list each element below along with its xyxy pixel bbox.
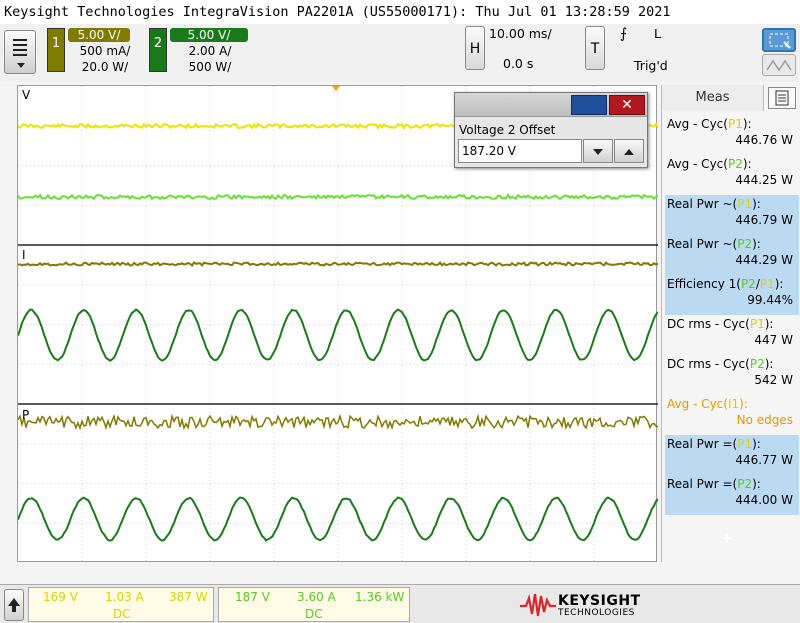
meas-name: Avg - Cyc(P1): — [667, 117, 752, 131]
meas-name: Real Pwr ~(P1): — [667, 197, 761, 211]
meas-name: Real Pwr ~(P2): — [667, 237, 761, 251]
trigger-level: L — [654, 26, 661, 41]
meas-value: 99.44% — [747, 293, 793, 307]
ch1-power: 387 W — [169, 590, 208, 604]
meas-tab[interactable]: Meas — [662, 85, 764, 111]
measurements-panel: Meas Avg - Cyc(P1): 446.76 W Avg - Cyc(P2)… — [661, 85, 799, 562]
ch1-coupling: DC — [113, 607, 131, 621]
dialog-titlebar[interactable]: ✕ — [455, 93, 647, 117]
trigger-status: Trig'd — [634, 58, 668, 73]
horizontal-button[interactable]: H — [465, 26, 485, 70]
add-measurement-button[interactable]: + — [720, 528, 733, 547]
increment-button[interactable] — [614, 139, 644, 163]
waveform-icon — [762, 54, 796, 76]
chevron-down-icon — [17, 63, 25, 68]
current1-trace — [18, 261, 658, 267]
meas-value: No edges — [736, 413, 793, 427]
meas-row[interactable]: Real Pwr =(P1): 446.77 W — [665, 435, 799, 475]
meas-value: 446.79 W — [735, 213, 793, 227]
status-bar: 169 V 1.03 A 387 W DC 187 V 3.60 A 1.36 … — [0, 584, 800, 623]
meas-name: Avg - Cyc(I1): — [667, 397, 748, 411]
meas-value: 444.25 W — [735, 173, 793, 187]
meas-value: 444.29 W — [735, 253, 793, 267]
power-grid-label: P — [22, 408, 30, 422]
delay-value: 0.0 s — [503, 56, 534, 71]
expand-up-button[interactable] — [4, 589, 24, 621]
trigger-edge-icon: ⨍ — [620, 26, 628, 42]
channel2-current: 2.00 A/ — [188, 44, 232, 58]
meas-name: Efficiency 1(P2/P1): — [667, 277, 784, 291]
channel2-button[interactable]: 2 — [149, 28, 167, 72]
ch2-voltage: 187 V — [235, 590, 270, 604]
meas-name: DC rms - Cyc(P2): — [667, 357, 774, 371]
channel1-summary[interactable]: 169 V 1.03 A 387 W DC — [28, 587, 214, 622]
ch1-voltage: 169 V — [43, 590, 78, 604]
ch2-power: 1.36 kW — [355, 590, 405, 604]
chevron-up-icon — [624, 149, 634, 155]
dialog-close-button[interactable]: ✕ — [609, 95, 645, 115]
coupling-icon: ~( — [722, 237, 738, 251]
title-bar: Keysight Technologies IntegraVision PA22… — [0, 0, 800, 24]
coupling-icon: ~( — [722, 197, 738, 211]
ch2-coupling: DC — [305, 607, 323, 621]
channel2-summary[interactable]: 187 V 3.60 A 1.36 kW DC — [218, 587, 410, 622]
meas-name: Real Pwr =(P1): — [667, 437, 761, 451]
trigger-position-marker — [332, 86, 340, 91]
channel1-button[interactable]: 1 — [47, 28, 65, 72]
meas-row[interactable]: Avg - Cyc(I1): No edges — [665, 395, 799, 435]
meas-menu-button[interactable] — [768, 87, 796, 109]
voltage-offset-dialog[interactable]: ✕ Voltage 2 Offset 187.20 V — [454, 92, 648, 168]
timebase-value: 10.00 ms/ — [489, 26, 552, 41]
meas-value: 542 W — [754, 373, 793, 387]
meas-row[interactable]: Avg - Cyc(P1): 446.76 W — [665, 115, 799, 155]
channel1-current: 500 mA/ — [79, 44, 131, 58]
dialog-label: Voltage 2 Offset — [459, 123, 556, 137]
dialog-menu-button[interactable] — [571, 95, 607, 115]
meas-row[interactable]: Efficiency 1(P2/P1): 99.44% — [665, 275, 799, 315]
meas-row[interactable]: Real Pwr =(P2): 444.00 W — [665, 475, 799, 515]
meas-row[interactable]: Avg - Cyc(P2): 444.25 W — [665, 155, 799, 195]
meas-row[interactable]: Real Pwr ~(P1): 446.79 W — [665, 195, 799, 235]
voltage-grid-label: V — [22, 88, 31, 102]
keysight-wave-icon — [520, 593, 556, 617]
channel1-power: 20.0 W/ — [81, 60, 129, 74]
decrement-button[interactable] — [583, 139, 613, 163]
channel2-power: 500 W/ — [188, 60, 232, 74]
arrow-up-icon — [8, 598, 20, 612]
meas-value: 446.77 W — [735, 453, 793, 467]
power2-trace — [18, 496, 658, 542]
offset-input[interactable]: 187.20 V — [458, 139, 582, 163]
current-grid-label: I — [22, 248, 26, 262]
keysight-logo: KEYSIGHT TECHNOLOGIES — [518, 590, 658, 620]
menu-icon — [13, 39, 27, 57]
channel2-scale[interactable]: 5.00 V/ — [170, 28, 248, 42]
meas-row[interactable]: DC rms - Cyc(P2): 542 W — [665, 355, 799, 395]
meas-name: DC rms - Cyc(P1): — [667, 317, 774, 331]
meas-row[interactable]: DC rms - Cyc(P1): 447 W — [665, 315, 799, 355]
channel1-scale[interactable]: 5.00 V/ — [68, 28, 130, 42]
power1-trace — [18, 413, 658, 431]
meas-value: 447 W — [754, 333, 793, 347]
coupling-icon: =( — [722, 437, 738, 451]
ch1-current: 1.03 A — [105, 590, 144, 604]
meas-name: Real Pwr =(P2): — [667, 477, 761, 491]
meas-value: 444.00 W — [735, 493, 793, 507]
chevron-down-icon — [593, 149, 603, 155]
meas-name: Avg - Cyc(P2): — [667, 157, 752, 171]
ch2-current: 3.60 A — [297, 590, 336, 604]
trigger-button[interactable]: T — [585, 26, 605, 70]
coupling-icon: =( — [722, 477, 738, 491]
acquire-mode-button[interactable] — [762, 28, 796, 76]
main-menu-button[interactable] — [4, 30, 36, 74]
meas-value: 446.76 W — [735, 133, 793, 147]
zoom-region-icon — [762, 28, 796, 52]
meas-row[interactable]: Real Pwr ~(P2): 444.29 W — [665, 235, 799, 275]
channel-bar: 1 5.00 V/ 500 mA/ 20.0 W/ 2 5.00 V/ 2.00… — [0, 24, 800, 82]
